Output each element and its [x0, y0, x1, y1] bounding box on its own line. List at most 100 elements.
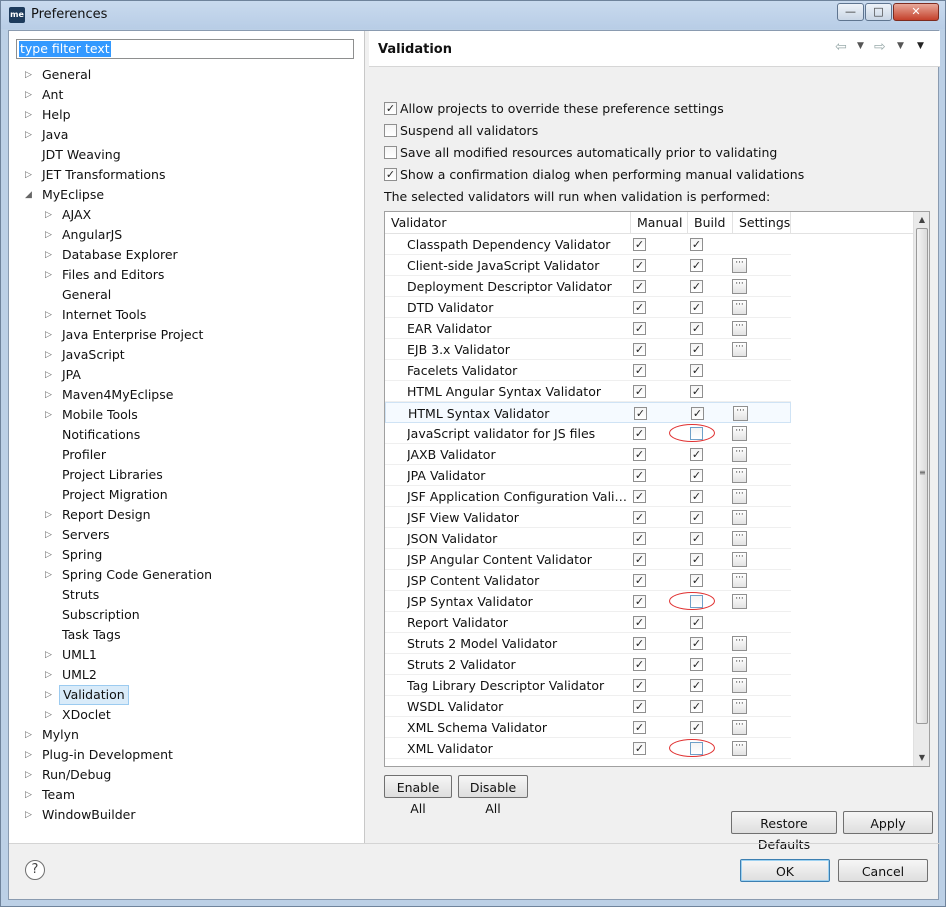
manual-checkbox[interactable]: ✓ — [633, 700, 646, 713]
ok-button[interactable]: OK — [740, 859, 830, 882]
manual-checkbox[interactable]: ✓ — [633, 553, 646, 566]
settings-button[interactable]: ··· — [732, 489, 747, 504]
manual-checkbox[interactable]: ✓ — [633, 679, 646, 692]
expand-arrow-icon[interactable]: ▷ — [45, 565, 57, 585]
table-row[interactable]: Struts 2 Validator ✓ ✓ ··· — [385, 654, 791, 675]
manual-checkbox[interactable]: ✓ — [633, 469, 646, 482]
column-header-settings[interactable]: Settings — [733, 212, 791, 234]
forward-arrow-icon[interactable]: ⇨ — [874, 39, 886, 55]
table-row[interactable]: Facelets Validator ✓ ✓ — [385, 360, 791, 381]
manual-checkbox[interactable]: ✓ — [633, 385, 646, 398]
build-checkbox[interactable]: ✓ — [690, 322, 703, 335]
title-bar[interactable]: me Preferences — □ ✕ — [1, 1, 945, 29]
expand-arrow-icon[interactable]: ▷ — [45, 645, 57, 665]
build-checkbox[interactable]: ✓ — [691, 407, 704, 420]
manual-checkbox[interactable]: ✓ — [633, 595, 646, 608]
expand-arrow-icon[interactable]: ▷ — [45, 505, 57, 525]
build-checkbox[interactable]: ✓ — [690, 700, 703, 713]
manual-checkbox[interactable]: ✓ — [633, 322, 646, 335]
expand-arrow-icon[interactable]: ▷ — [45, 665, 57, 685]
cancel-button[interactable]: Cancel — [838, 859, 928, 882]
forward-history-caret-icon[interactable]: ▼ — [897, 41, 904, 51]
build-checkbox[interactable]: ✓ — [690, 511, 703, 524]
settings-button[interactable]: ··· — [732, 636, 747, 651]
build-checkbox[interactable]: ✓ — [690, 280, 703, 293]
expand-arrow-icon[interactable]: ▷ — [25, 805, 37, 825]
expand-arrow-icon[interactable]: ▷ — [45, 365, 57, 385]
settings-button[interactable]: ··· — [732, 342, 747, 357]
column-header-build[interactable]: Build — [688, 212, 733, 234]
expand-arrow-icon[interactable]: ▷ — [45, 685, 57, 705]
expand-arrow-icon[interactable]: ▷ — [25, 785, 37, 805]
expand-arrow-icon[interactable]: ▷ — [45, 325, 57, 345]
manual-checkbox[interactable]: ✓ — [633, 532, 646, 545]
scroll-down-icon[interactable]: ▼ — [914, 750, 929, 766]
settings-button[interactable]: ··· — [732, 720, 747, 735]
build-checkbox[interactable]: ✓ — [690, 448, 703, 461]
table-row[interactable]: XML Validator ✓ ··· — [385, 738, 791, 759]
settings-button[interactable]: ··· — [732, 573, 747, 588]
disable-all-button[interactable]: Disable All — [458, 775, 528, 816]
option-checkbox[interactable] — [384, 146, 397, 159]
expand-arrow-icon[interactable]: ▷ — [45, 305, 57, 325]
manual-checkbox[interactable]: ✓ — [633, 490, 646, 503]
settings-button[interactable]: ··· — [732, 447, 747, 462]
option-checkbox[interactable]: ✓ — [384, 102, 397, 115]
expand-arrow-icon[interactable]: ▷ — [45, 225, 57, 245]
settings-button[interactable]: ··· — [732, 657, 747, 672]
expand-arrow-icon[interactable]: ▷ — [25, 745, 37, 765]
manual-checkbox[interactable]: ✓ — [633, 343, 646, 356]
expand-arrow-icon[interactable]: ▷ — [25, 105, 37, 125]
build-checkbox[interactable]: ✓ — [690, 679, 703, 692]
expand-arrow-icon[interactable]: ▷ — [45, 405, 57, 425]
option-checkbox[interactable]: ✓ — [384, 168, 397, 181]
build-checkbox[interactable]: ✓ — [690, 238, 703, 251]
build-checkbox[interactable]: ✓ — [690, 553, 703, 566]
table-row[interactable]: Classpath Dependency Validator ✓ ✓ — [385, 234, 791, 255]
manual-checkbox[interactable]: ✓ — [633, 721, 646, 734]
table-row[interactable]: HTML Syntax Validator ✓ ✓ ··· — [385, 402, 791, 423]
manual-checkbox[interactable]: ✓ — [633, 637, 646, 650]
table-row[interactable]: JSP Angular Content Validator ✓ ✓ ··· — [385, 549, 791, 570]
expand-arrow-icon[interactable]: ▷ — [45, 525, 57, 545]
back-history-caret-icon[interactable]: ▼ — [857, 41, 864, 51]
build-checkbox[interactable]: ✓ — [690, 574, 703, 587]
settings-button[interactable]: ··· — [732, 552, 747, 567]
build-checkbox[interactable]: ✓ — [690, 343, 703, 356]
settings-button[interactable]: ··· — [732, 300, 747, 315]
table-row[interactable]: JSP Content Validator ✓ ✓ ··· — [385, 570, 791, 591]
build-checkbox[interactable]: ✓ — [690, 637, 703, 650]
manual-checkbox[interactable]: ✓ — [633, 259, 646, 272]
back-arrow-icon[interactable]: ⇦ — [835, 39, 847, 55]
scroll-up-icon[interactable]: ▲ — [914, 212, 929, 228]
apply-button[interactable]: Apply — [843, 811, 933, 834]
table-row[interactable]: EJB 3.x Validator ✓ ✓ ··· — [385, 339, 791, 360]
build-checkbox[interactable]: ✓ — [690, 616, 703, 629]
expand-arrow-icon[interactable]: ▷ — [25, 765, 37, 785]
build-checkbox[interactable]: ✓ — [690, 301, 703, 314]
build-checkbox[interactable]: ✓ — [690, 490, 703, 503]
manual-checkbox[interactable]: ✓ — [633, 427, 646, 440]
table-row[interactable]: DTD Validator ✓ ✓ ··· — [385, 297, 791, 318]
expand-arrow-icon[interactable]: ▷ — [25, 165, 37, 185]
table-row[interactable]: XML Schema Validator ✓ ✓ ··· — [385, 717, 791, 738]
table-row[interactable]: HTML Angular Syntax Validator ✓ ✓ — [385, 381, 791, 402]
settings-button[interactable]: ··· — [732, 510, 747, 525]
help-icon[interactable]: ? — [25, 860, 45, 880]
table-vertical-scrollbar[interactable]: ▲ ≡ ▼ — [913, 212, 929, 766]
table-row[interactable]: EAR Validator ✓ ✓ ··· — [385, 318, 791, 339]
expand-arrow-icon[interactable]: ▷ — [45, 265, 57, 285]
close-icon[interactable]: ✕ — [893, 3, 939, 21]
manual-checkbox[interactable]: ✓ — [633, 574, 646, 587]
build-checkbox[interactable]: ✓ — [690, 259, 703, 272]
settings-button[interactable]: ··· — [732, 741, 747, 756]
manual-checkbox[interactable]: ✓ — [633, 364, 646, 377]
maximize-icon[interactable]: □ — [865, 3, 892, 21]
manual-checkbox[interactable]: ✓ — [633, 280, 646, 293]
expand-arrow-icon[interactable]: ▷ — [45, 545, 57, 565]
scroll-thumb[interactable]: ≡ — [916, 228, 928, 724]
settings-button[interactable]: ··· — [732, 531, 747, 546]
expand-arrow-icon[interactable]: ▷ — [45, 205, 57, 225]
build-checkbox[interactable]: ✓ — [690, 658, 703, 671]
table-row[interactable]: Report Validator ✓ ✓ — [385, 612, 791, 633]
